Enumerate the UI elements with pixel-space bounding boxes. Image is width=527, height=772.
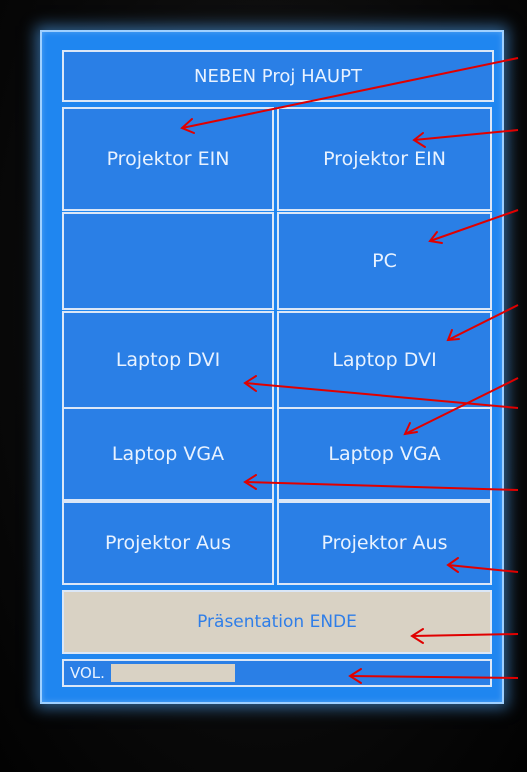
- touch-panel: NEBEN Proj HAUPT Projektor EIN Projektor…: [40, 30, 504, 704]
- end-presentation-button[interactable]: Präsentation ENDE: [62, 590, 492, 654]
- left-projector-on-label: Projektor EIN: [106, 148, 230, 170]
- right-pc-label: PC: [372, 250, 397, 272]
- end-presentation-label: Präsentation ENDE: [197, 612, 357, 632]
- volume-label: VOL.: [70, 664, 105, 682]
- panel-title: NEBEN Proj HAUPT: [194, 65, 362, 87]
- left-projector-off-label: Projektor Aus: [105, 532, 231, 554]
- right-projector-off-button[interactable]: Projektor Aus: [277, 501, 492, 585]
- left-projector-off-button[interactable]: Projektor Aus: [62, 501, 274, 585]
- right-projector-on-label: Projektor EIN: [323, 148, 446, 170]
- left-laptop-vga-button[interactable]: Laptop VGA: [62, 407, 274, 501]
- right-laptop-vga-label: Laptop VGA: [328, 443, 441, 465]
- panel-title-bar: NEBEN Proj HAUPT: [62, 50, 494, 102]
- left-laptop-dvi-button[interactable]: Laptop DVI: [62, 311, 274, 409]
- right-laptop-dvi-label: Laptop DVI: [332, 349, 437, 371]
- volume-strip[interactable]: VOL.: [62, 659, 492, 687]
- left-projector-on-button[interactable]: Projektor EIN: [62, 107, 274, 211]
- right-pc-button[interactable]: PC: [277, 212, 492, 310]
- right-projector-on-button[interactable]: Projektor EIN: [277, 107, 492, 211]
- left-blank-button[interactable]: [62, 212, 274, 310]
- left-laptop-vga-label: Laptop VGA: [111, 443, 225, 465]
- right-projector-off-label: Projektor Aus: [321, 532, 448, 554]
- right-laptop-dvi-button[interactable]: Laptop DVI: [277, 311, 492, 409]
- left-laptop-dvi-label: Laptop DVI: [115, 349, 221, 371]
- right-laptop-vga-button[interactable]: Laptop VGA: [277, 407, 492, 501]
- volume-bar[interactable]: [110, 664, 235, 682]
